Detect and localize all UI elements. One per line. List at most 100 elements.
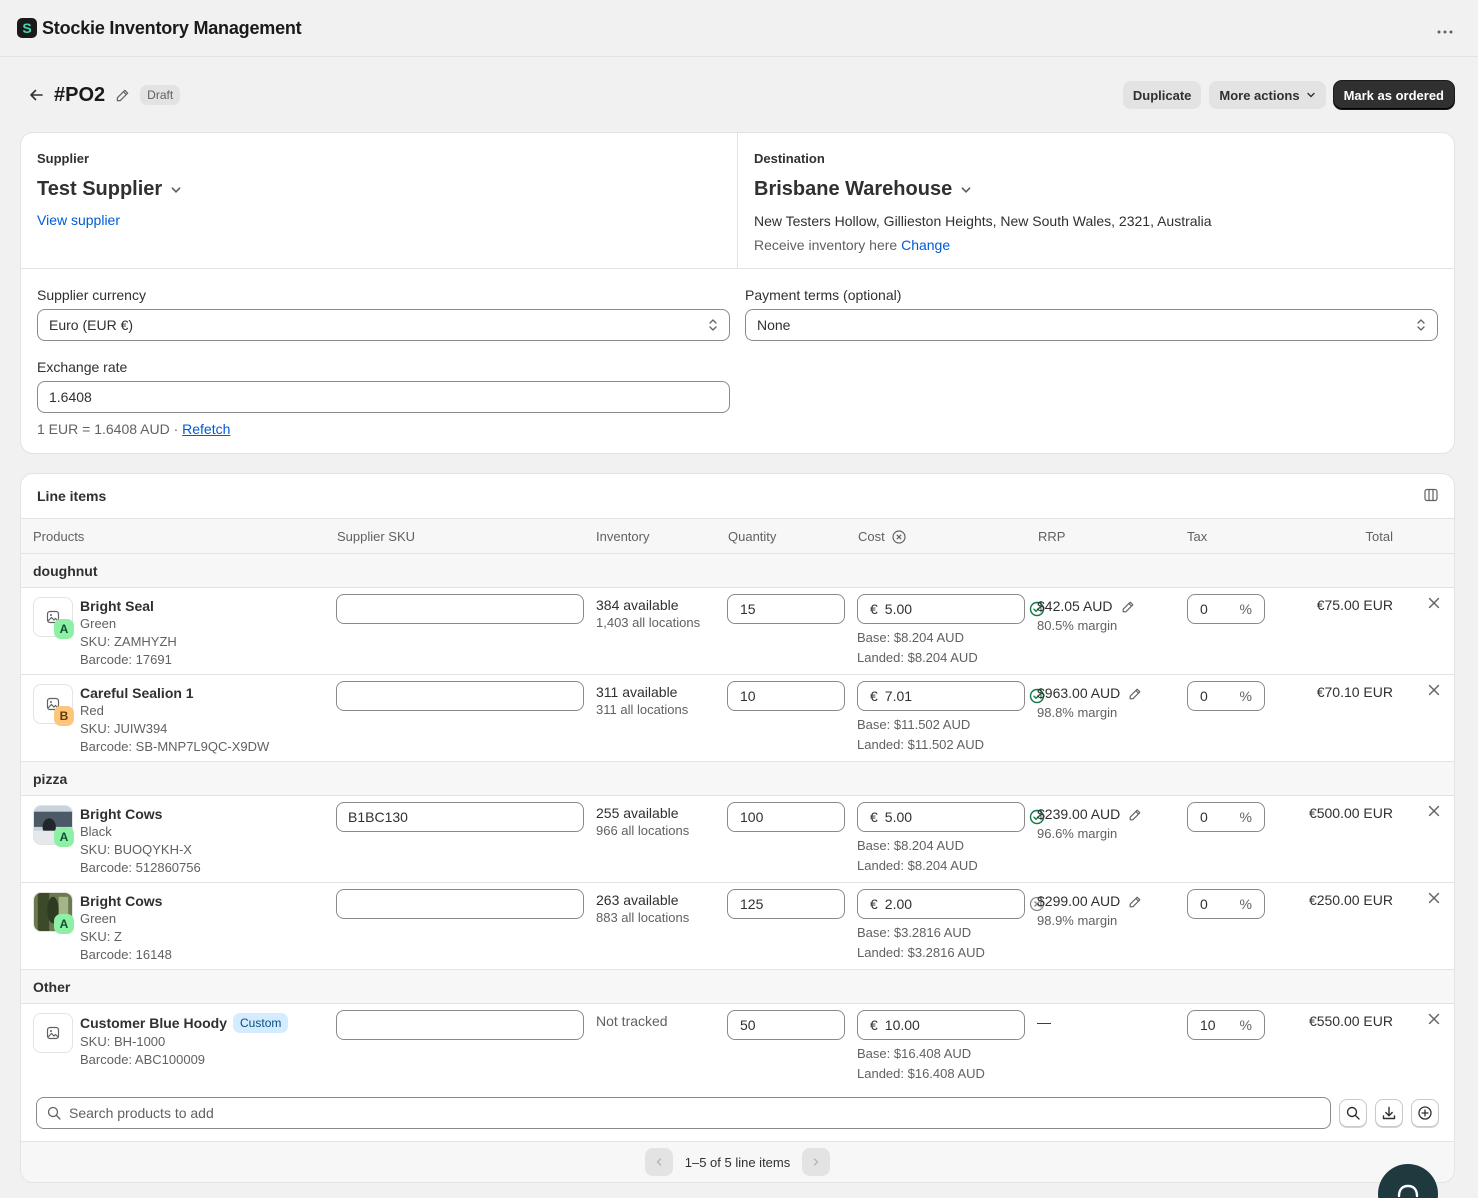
product-name-row: Customer Blue Hoody Custom (80, 1013, 289, 1033)
close-icon[interactable] (1428, 1013, 1440, 1028)
close-icon[interactable] (1428, 684, 1440, 699)
menu-dots-icon[interactable] (1437, 18, 1453, 39)
pagination: 1–5 of 5 line items (21, 1142, 1454, 1182)
product-variant: Green (80, 616, 117, 631)
column-cost: Cost (858, 529, 906, 544)
line-total: €75.00 EUR (1316, 597, 1393, 613)
cost-notes: Base: $3.2816 AUD Landed: $3.2816 AUD (857, 923, 985, 963)
cost-input[interactable]: € 7.01 (857, 681, 1025, 711)
import-button[interactable] (1375, 1099, 1403, 1127)
mark-as-ordered-button[interactable]: Mark as ordered (1333, 81, 1454, 109)
grade-badge: A (54, 619, 74, 639)
product-info: Bright Seal Green SKU: ZAMHYZH Barcode: … (80, 597, 177, 669)
columns-icon[interactable] (1424, 488, 1438, 505)
tax-input[interactable]: 10 % (1187, 1010, 1265, 1040)
cost-notes: Base: $11.502 AUD Landed: $11.502 AUD (857, 715, 984, 755)
more-actions-button[interactable]: More actions (1209, 81, 1326, 109)
product-info: Bright Cows Green SKU: Z Barcode: 16148 (80, 892, 172, 964)
quantity-input[interactable]: 15 (727, 594, 845, 624)
quantity-input[interactable]: 100 (727, 802, 845, 832)
supplier-sku-input[interactable] (336, 1010, 584, 1040)
currency-symbol: € (870, 688, 878, 704)
back-arrow-icon[interactable] (24, 83, 48, 107)
close-icon[interactable] (1428, 892, 1440, 907)
app-header: S Stockie Inventory Management (0, 0, 1478, 57)
product-name[interactable]: Customer Blue Hoody (80, 1014, 227, 1032)
tax-value: 10 (1200, 1017, 1216, 1033)
cost-landed: Landed: $3.2816 AUD (857, 945, 985, 960)
group-header: doughnut (21, 554, 1454, 588)
cost-input[interactable]: € 2.00 (857, 889, 1025, 919)
column-rrp: RRP (1038, 529, 1066, 544)
tax-input[interactable]: 0 % (1187, 802, 1265, 832)
search-icon (47, 1106, 61, 1120)
tax-value: 0 (1200, 809, 1208, 825)
add-custom-item-button[interactable] (1411, 1099, 1439, 1127)
duplicate-button[interactable]: Duplicate (1122, 81, 1202, 109)
cost-notes: Base: $8.204 AUD Landed: $8.204 AUD (857, 628, 978, 668)
cost-landed: Landed: $16.408 AUD (857, 1066, 985, 1081)
supplier-selector[interactable]: Test Supplier (37, 178, 721, 201)
exchange-rate-input[interactable]: 1.6408 (37, 381, 730, 413)
grade-badge: A (54, 914, 74, 934)
search-button[interactable] (1339, 1099, 1367, 1127)
pencil-icon[interactable] (1128, 895, 1142, 909)
currency-select[interactable]: Euro (EUR €) (37, 309, 730, 341)
next-page-button[interactable] (802, 1148, 831, 1176)
image-placeholder-icon (33, 1013, 73, 1053)
refetch-link[interactable]: Refetch (182, 421, 230, 437)
tax-value: 0 (1200, 688, 1208, 704)
app-title: Stockie Inventory Management (42, 17, 302, 38)
tax-input[interactable]: 0 % (1187, 681, 1265, 711)
product-name[interactable]: Careful Sealion 1 (80, 684, 269, 702)
product-sku: SKU: Z (80, 929, 122, 944)
tax-input[interactable]: 0 % (1187, 594, 1265, 624)
quantity-input[interactable]: 10 (727, 681, 845, 711)
column-products: Products (33, 529, 85, 544)
quantity-input[interactable]: 50 (727, 1010, 845, 1040)
product-name[interactable]: Bright Seal (80, 597, 177, 615)
table-header: Products Supplier SKU Inventory Quantity… (21, 518, 1454, 554)
pencil-icon[interactable] (1128, 808, 1142, 822)
grade-badge: A (54, 827, 74, 847)
payment-terms-label: Payment terms (optional) (745, 287, 902, 303)
change-destination-link[interactable]: Change (901, 237, 950, 253)
previous-page-button[interactable] (644, 1148, 673, 1176)
chevron-down-icon (171, 186, 181, 193)
pencil-icon[interactable] (1121, 600, 1135, 614)
pencil-icon[interactable] (115, 88, 130, 103)
pencil-icon[interactable] (1128, 687, 1142, 701)
supplier-sku-input[interactable]: B1BC130 (336, 802, 584, 832)
supplier-sku-input[interactable] (336, 594, 584, 624)
search-placeholder: Search products to add (69, 1105, 214, 1121)
payment-terms-select[interactable]: None (745, 309, 1438, 341)
close-icon[interactable] (1428, 805, 1440, 820)
cost-input[interactable]: € 5.00 (857, 802, 1025, 832)
product-name[interactable]: Bright Cows (80, 892, 172, 910)
column-inventory: Inventory (596, 529, 650, 544)
search-input[interactable]: Search products to add (36, 1097, 1331, 1129)
plus-circle-icon (1418, 1106, 1432, 1120)
supplier-sku-input[interactable] (336, 681, 584, 711)
receive-label: Receive inventory here (754, 237, 898, 253)
quantity-input[interactable]: 125 (727, 889, 845, 919)
more-actions-label: More actions (1219, 87, 1300, 103)
cancel-circle-icon[interactable] (892, 529, 906, 544)
view-supplier-link[interactable]: View supplier (37, 212, 721, 228)
rrp-info: — (1037, 1013, 1051, 1032)
tax-input[interactable]: 0 % (1187, 889, 1265, 919)
cost-base: Base: $8.204 AUD (857, 838, 964, 853)
inventory-info: 255 available 966 all locations (596, 805, 689, 839)
destination-name: Brisbane Warehouse (754, 178, 953, 200)
product-name[interactable]: Bright Cows (80, 805, 201, 823)
cost-input[interactable]: € 5.00 (857, 594, 1025, 624)
inventory-available: Not tracked (596, 1013, 668, 1029)
destination-selector[interactable]: Brisbane Warehouse (754, 178, 1438, 201)
supplier-sku-input[interactable] (336, 889, 584, 919)
close-icon[interactable] (1428, 597, 1440, 612)
cost-base: Base: $11.502 AUD (857, 717, 971, 732)
rrp-value: — (1037, 1014, 1051, 1030)
cost-input[interactable]: € 10.00 (857, 1010, 1025, 1040)
destination-section: Destination Brisbane Warehouse New Teste… (738, 133, 1454, 268)
order-details-card: Supplier Test Supplier View supplier Des… (21, 133, 1454, 453)
